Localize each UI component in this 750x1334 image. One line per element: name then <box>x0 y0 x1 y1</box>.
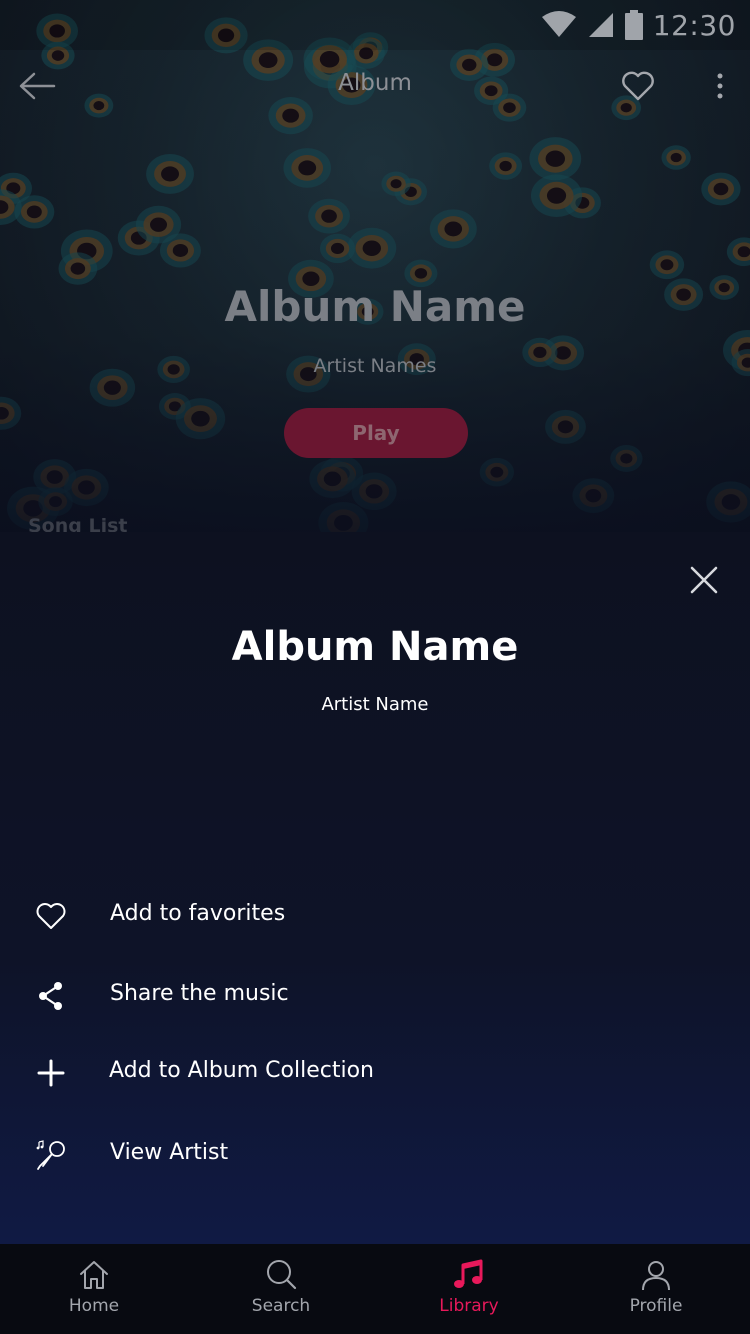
app-bar: Album <box>0 56 750 116</box>
battery-icon <box>624 10 643 40</box>
home-icon <box>80 1261 108 1289</box>
action-label: View Artist <box>110 1140 229 1165</box>
hero-album-name: Album Name <box>224 282 526 331</box>
status-bar: 12:30 <box>0 0 750 50</box>
nav-label: Home <box>68 1296 120 1316</box>
music-note-icon <box>454 1259 483 1288</box>
action-share-music[interactable]: Share the music <box>0 967 750 1027</box>
cell-signal-icon <box>588 13 613 37</box>
favorite-button[interactable] <box>620 68 656 104</box>
play-button-label: Play <box>352 421 400 445</box>
nav-label: Library <box>439 1296 499 1316</box>
action-add-to-favorites[interactable]: Add to favorites <box>0 887 750 947</box>
heart-outline-icon <box>622 71 654 101</box>
status-time: 12:30 <box>652 8 736 42</box>
nav-item-library[interactable]: Library <box>375 1244 563 1334</box>
play-button[interactable]: Play <box>284 408 468 458</box>
bottom-nav: Home Search Library Profile <box>0 1244 750 1334</box>
sheet-album-name: Album Name <box>231 624 519 670</box>
action-view-artist[interactable]: View Artist <box>0 1126 750 1186</box>
sheet-artist-name: Artist Name <box>321 694 429 715</box>
nav-item-home[interactable]: Home <box>0 1244 188 1334</box>
action-label: Add to favorites <box>110 901 286 926</box>
hero-artist-names: Artist Names <box>313 355 437 377</box>
search-icon <box>267 1260 297 1290</box>
action-label: Add to Album Collection <box>109 1058 374 1083</box>
microphone-icon <box>36 1140 65 1170</box>
more-options-button[interactable] <box>708 68 732 104</box>
profile-icon <box>642 1261 670 1291</box>
album-options-sheet: Album Name Artist Name Add to favorites … <box>0 532 750 1244</box>
share-icon <box>39 982 62 1010</box>
action-add-to-collection[interactable]: Add to Album Collection <box>0 1044 750 1104</box>
more-vertical-icon <box>717 73 723 99</box>
wifi-icon <box>541 11 576 37</box>
nav-item-search[interactable]: Search <box>187 1244 375 1334</box>
action-label: Share the music <box>110 981 289 1006</box>
plus-icon <box>37 1059 65 1087</box>
nav-label: Profile <box>629 1296 683 1316</box>
nav-item-profile[interactable]: Profile <box>562 1244 750 1334</box>
close-icon <box>690 566 718 594</box>
close-button[interactable] <box>686 562 722 598</box>
nav-label: Search <box>251 1296 311 1316</box>
heart-outline-icon <box>36 903 66 929</box>
